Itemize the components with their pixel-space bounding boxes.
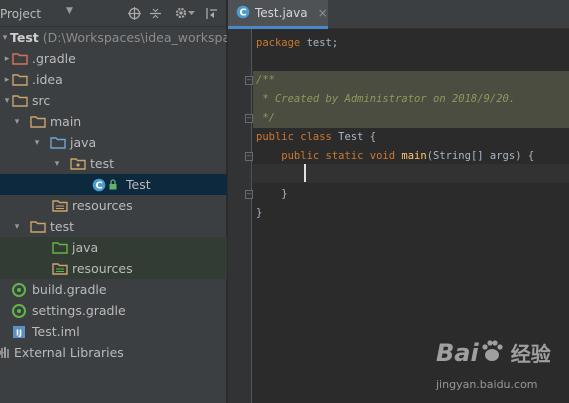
fold-marker-icon[interactable]: −: [245, 190, 253, 199]
folder-icon: [30, 220, 46, 234]
code-line-7: [253, 164, 569, 183]
tree-item-idea-dir[interactable]: ▸ .idea: [0, 69, 227, 90]
tree-item-label: Test.iml: [32, 324, 80, 339]
gradle-file-icon: [12, 303, 28, 318]
fold-marker-icon[interactable]: −: [245, 76, 253, 85]
sync-icon[interactable]: [126, 5, 142, 21]
tree-item-label: Test: [126, 177, 151, 192]
class-icon: C: [236, 5, 250, 22]
code-line-1: package test;: [256, 37, 339, 49]
code-line-8: }: [256, 188, 288, 200]
tree-item-label: resources: [72, 198, 133, 213]
expand-arrow-icon[interactable]: ▾: [52, 159, 62, 169]
code-line-4: */: [253, 109, 569, 128]
expand-arrow-icon[interactable]: ▾: [12, 117, 22, 127]
tree-item-main-resources[interactable]: resources: [0, 195, 227, 216]
tree-item-external-libraries[interactable]: ▸ External Libraries: [0, 342, 227, 363]
editor-gutter[interactable]: [228, 29, 252, 403]
tree-item-test-resources[interactable]: resources: [0, 258, 227, 279]
tree-item-label: test: [50, 219, 75, 234]
close-icon[interactable]: ×: [318, 6, 328, 20]
tree-item-label: settings.gradle: [32, 303, 126, 318]
svg-text:C: C: [239, 7, 246, 18]
baidu-logo-cn: 经验: [510, 342, 551, 366]
tree-item-test-iml[interactable]: IJ Test.iml: [0, 321, 227, 342]
expand-arrow-icon[interactable]: ▾: [12, 222, 22, 232]
watermark-url: jingyan.baidu.com: [436, 378, 538, 391]
project-panel-header: Project ▼: [0, 0, 226, 27]
test-source-folder-icon: [52, 241, 68, 255]
code-line-3: * Created by Administrator on 2018/9/20.: [253, 90, 569, 109]
baidu-logo-text: Bai: [436, 338, 479, 367]
svg-text:C: C: [95, 180, 102, 191]
hide-panel-icon[interactable]: [203, 5, 219, 21]
editor-tab-bar: C Test.java ×: [228, 0, 569, 29]
project-path: (D:\Workspaces\idea_workspac: [42, 30, 227, 45]
code-line-5: public class Test {: [256, 131, 377, 143]
class-icon: C: [92, 178, 106, 192]
collapse-all-icon[interactable]: [147, 5, 163, 21]
tree-item-settings-gradle[interactable]: settings.gradle: [0, 300, 227, 321]
tree-item-build-gradle[interactable]: build.gradle: [0, 279, 227, 300]
project-view-selector[interactable]: Project: [0, 7, 41, 21]
package-folder-icon: [70, 157, 86, 171]
expand-arrow-icon[interactable]: ▾: [0, 33, 10, 43]
code-line-9: }: [256, 207, 263, 219]
test-resources-folder-icon: [52, 262, 68, 276]
tree-item-label: resources: [72, 261, 133, 276]
tree-item-gradle-dir[interactable]: ▸ .gradle: [0, 48, 227, 69]
fold-marker-icon[interactable]: −: [245, 152, 253, 161]
folder-icon: [12, 73, 28, 87]
gradle-file-icon: [12, 282, 28, 297]
tab-test-java[interactable]: C Test.java ×: [228, 0, 328, 29]
gear-dropdown-icon[interactable]: [187, 5, 195, 21]
tree-item-main-java[interactable]: ▾ java: [0, 132, 227, 153]
tree-item-label: .idea: [32, 72, 63, 87]
folder-icon: [30, 115, 46, 129]
tree-item-test-dir[interactable]: ▾ test: [0, 216, 227, 237]
expand-arrow-icon[interactable]: ▾: [32, 138, 42, 148]
baidu-watermark: Bai 经验 jingyan.baidu.com: [428, 338, 568, 400]
svg-text:IJ: IJ: [16, 328, 22, 337]
tree-item-label: External Libraries: [14, 345, 124, 360]
paw-icon: [479, 338, 505, 367]
resources-folder-icon: [52, 199, 68, 213]
tree-item-label: src: [32, 93, 51, 108]
expand-arrow-icon[interactable]: ▾: [2, 96, 12, 106]
libraries-icon: [0, 346, 10, 360]
tree-item-src[interactable]: ▾ src: [0, 90, 227, 111]
tree-item-test-class[interactable]: C Test: [0, 174, 227, 195]
folder-icon: [12, 94, 28, 108]
tree-item-test-package[interactable]: ▾ test: [0, 153, 227, 174]
tree-item-label: main: [50, 114, 82, 129]
lock-icon: [108, 178, 118, 192]
iml-file-icon: IJ: [12, 325, 28, 339]
text-caret: [304, 164, 306, 182]
source-folder-icon: [50, 136, 66, 150]
expand-arrow-icon[interactable]: ▸: [2, 54, 12, 64]
tab-label: Test.java: [255, 6, 308, 20]
expand-arrow-icon[interactable]: ▸: [2, 75, 12, 85]
chevron-down-icon[interactable]: ▼: [66, 6, 73, 16]
tree-item-label: java: [70, 135, 97, 150]
baidu-logo: Bai 经验: [436, 338, 551, 367]
tree-item-label: test: [90, 156, 115, 171]
project-panel: Project ▼ ▾ Test (D:\Workspaces\idea_wor…: [0, 0, 227, 403]
tree-item-test-java[interactable]: java: [0, 237, 227, 258]
tree-item-label: build.gradle: [32, 282, 107, 297]
folder-red-icon: [12, 52, 28, 66]
tree-item-label: Test: [10, 30, 39, 45]
tree-item-main[interactable]: ▾ main: [0, 111, 227, 132]
code-line-2: /**: [253, 71, 569, 90]
tree-item-label: .gradle: [32, 51, 76, 66]
fold-marker-icon[interactable]: −: [245, 114, 253, 123]
tree-item-label: java: [72, 240, 99, 255]
tree-item-project-root[interactable]: ▾ Test (D:\Workspaces\idea_workspac: [0, 27, 227, 48]
